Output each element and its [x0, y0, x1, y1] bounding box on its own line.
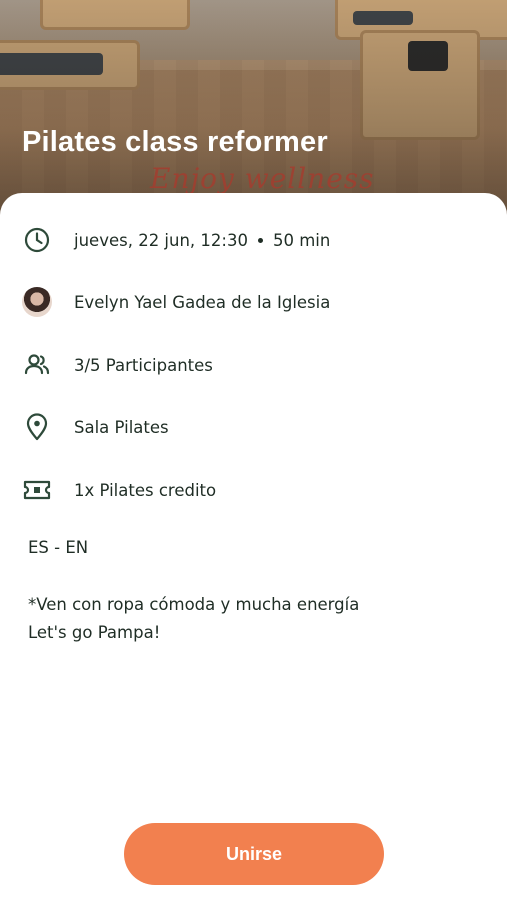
- notes-line-2: Let's go Pampa!: [28, 623, 161, 642]
- room-name: Sala Pilates: [74, 417, 169, 437]
- class-hero-image: Enjoy wellness Pilates class reformer: [0, 0, 507, 215]
- location-pin-icon: [22, 412, 52, 442]
- avatar: [22, 287, 52, 317]
- datetime-row: jueves, 22 jun, 12:30 50 min: [22, 223, 330, 257]
- languages: ES - EN: [28, 538, 89, 557]
- clock-icon: [22, 225, 52, 255]
- participants-count: 3/5 Participantes: [74, 355, 213, 375]
- separator-dot: [257, 237, 263, 243]
- instructor-name: Evelyn Yael Gadea de la Iglesia: [74, 292, 331, 312]
- instructor-row[interactable]: Evelyn Yael Gadea de la Iglesia: [22, 285, 330, 319]
- class-title: Pilates class reformer: [22, 126, 328, 158]
- room-row[interactable]: Sala Pilates: [22, 410, 169, 444]
- credit-row: 1x Pilates credito: [22, 473, 216, 507]
- class-datetime: jueves, 22 jun, 12:30: [74, 230, 248, 250]
- credit-cost: 1x Pilates credito: [74, 480, 217, 500]
- instructor-avatar: [22, 287, 52, 317]
- class-detail-sheet: jueves, 22 jun, 12:30 50 min Evelyn Yael …: [0, 193, 507, 900]
- ticket-icon: [22, 475, 52, 505]
- hero-script-text: Enjoy wellness: [150, 162, 375, 195]
- class-duration: 50 min: [272, 230, 331, 250]
- people-icon: [22, 350, 52, 380]
- participants-row[interactable]: 3/5 Participantes: [22, 348, 213, 382]
- join-button[interactable]: Unirse: [124, 823, 384, 885]
- notes-line-1: *Ven con ropa cómoda y mucha energía: [28, 595, 360, 614]
